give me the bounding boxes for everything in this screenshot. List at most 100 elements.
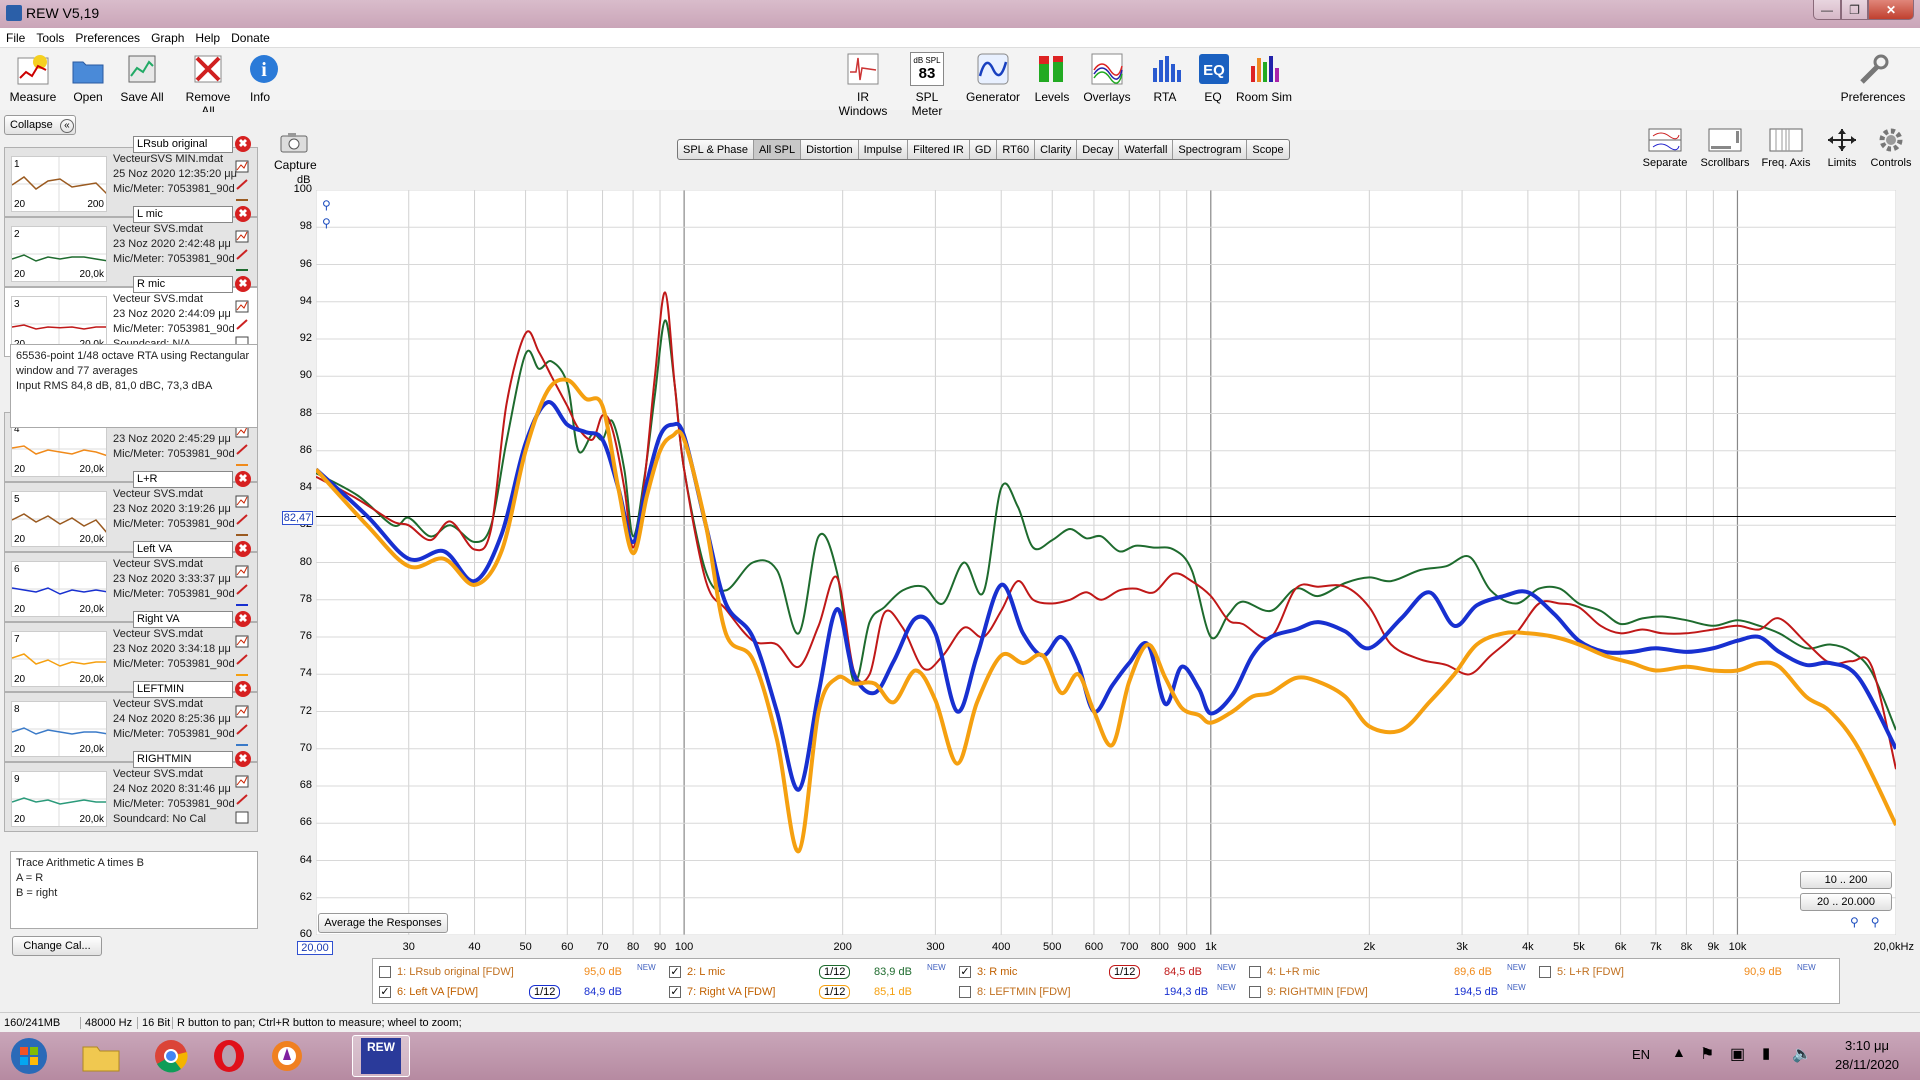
measurement-thumbnail[interactable]: 1 20 200 — [11, 156, 109, 212]
levels-button[interactable]: Levels — [1034, 52, 1070, 104]
tab-impulse[interactable]: Impulse — [859, 140, 909, 159]
ir-windows-button[interactable]: IR Windows — [832, 52, 894, 118]
tab-spectrogram[interactable]: Spectrogram — [1173, 140, 1248, 159]
measurement-thumbnail[interactable]: 4 20 20,0k — [11, 421, 109, 477]
remove-measurement-icon[interactable]: ✖ — [235, 471, 251, 487]
overlays-button[interactable]: Overlays — [1082, 52, 1132, 104]
graph-link-icon[interactable] — [235, 300, 249, 313]
spl-meter-button[interactable]: dB SPL 83 SPL Meter — [900, 52, 954, 118]
remove-measurement-icon[interactable]: ✖ — [235, 276, 251, 292]
pen-icon[interactable] — [235, 653, 249, 666]
smoothing-badge[interactable]: 1/12 — [529, 985, 561, 999]
controls-button[interactable]: Controls — [1868, 126, 1914, 169]
menu-donate[interactable]: Donate — [225, 28, 275, 45]
measurement-thumbnail[interactable]: 2 20 20,0k — [11, 226, 109, 282]
change-cal-button[interactable]: Change Cal... — [12, 936, 102, 956]
taskbar-explorer[interactable] — [72, 1035, 130, 1077]
calibration-icon[interactable] — [235, 811, 249, 824]
legend-checkbox[interactable]: ✓ — [959, 966, 971, 978]
minimize-button[interactable]: — — [1813, 0, 1841, 20]
save-all-button[interactable]: Save All — [118, 52, 166, 104]
taskbar-browser[interactable] — [258, 1035, 316, 1077]
tab-filtered-ir[interactable]: Filtered IR — [908, 140, 970, 159]
zoom-in-icon[interactable]: ⚲ — [322, 196, 331, 214]
zoom-out-icon-bottom[interactable]: ⚲ — [1871, 915, 1892, 929]
tab-clarity[interactable]: Clarity — [1035, 140, 1078, 159]
measurement-thumbnail[interactable]: 7 20 20,0k — [11, 631, 108, 687]
remove-measurement-icon[interactable]: ✖ — [235, 751, 251, 767]
rta-button[interactable]: RTA — [1148, 52, 1182, 104]
room-sim-button[interactable]: Room Sim — [1236, 52, 1292, 104]
capture-button[interactable]: Capture — [274, 130, 317, 172]
graph-link-icon[interactable] — [235, 635, 249, 648]
remove-measurement-icon[interactable]: ✖ — [235, 206, 251, 222]
taskbar-opera[interactable] — [200, 1035, 258, 1077]
legend-checkbox[interactable] — [1539, 966, 1551, 978]
close-button[interactable]: ✕ — [1868, 0, 1914, 20]
zoom-out-icon[interactable]: ⚲ — [322, 214, 331, 232]
remove-measurement-icon[interactable]: ✖ — [235, 611, 251, 627]
measurement-thumbnail[interactable]: 8 20 20,0k — [11, 701, 109, 757]
display-icon[interactable]: ▣ — [1730, 1044, 1745, 1064]
separate-button[interactable]: Separate — [1642, 126, 1688, 169]
tab-scope[interactable]: Scope — [1247, 140, 1288, 159]
generator-button[interactable]: Generator — [966, 52, 1020, 104]
legend-checkbox[interactable]: ✓ — [669, 966, 681, 978]
measurement-name-field[interactable]: LRsub original — [133, 136, 233, 153]
measurement-name-field[interactable]: RIGHTMIN — [133, 751, 233, 768]
measurement-card[interactable]: 9 20 20,0k RIGHTMIN ✖ Vecteur SVS.mdat 24 Noz … — [4, 751, 258, 832]
preferences-button[interactable]: Preferences — [1840, 52, 1906, 104]
remove-all-button[interactable]: Remove All — [178, 52, 238, 118]
spl-plot[interactable] — [314, 189, 1898, 936]
measurement-thumbnail[interactable]: 5 20 20,0k — [11, 491, 109, 547]
range-10-200-button[interactable]: 10 .. 200 — [1800, 871, 1892, 889]
pen-icon[interactable] — [235, 583, 249, 596]
tab-waterfall[interactable]: Waterfall — [1119, 140, 1174, 159]
legend-checkbox[interactable] — [1249, 966, 1261, 978]
scrollbars-button[interactable]: Scrollbars — [1698, 126, 1752, 169]
menu-graph[interactable]: Graph — [145, 28, 189, 45]
volume-icon[interactable]: 🔈 — [1792, 1044, 1812, 1064]
measurement-thumbnail[interactable]: 9 20 20,0k — [11, 771, 108, 827]
measurement-name-field[interactable]: Right VA — [133, 611, 233, 628]
graph-link-icon[interactable] — [235, 565, 249, 578]
pen-icon[interactable] — [235, 793, 249, 806]
clock[interactable]: 3:10 μμ 28/11/2020 — [1822, 1036, 1912, 1074]
remove-measurement-icon[interactable]: ✖ — [235, 541, 251, 557]
smoothing-badge[interactable]: 1/12 — [819, 965, 851, 979]
pen-icon[interactable] — [235, 178, 249, 191]
tab-distortion[interactable]: Distortion — [801, 140, 859, 159]
tab-spl-phase[interactable]: SPL & Phase — [678, 140, 755, 159]
tab-decay[interactable]: Decay — [1077, 140, 1120, 159]
info-button[interactable]: i Info — [246, 52, 278, 104]
graph-link-icon[interactable] — [235, 705, 249, 718]
graph-link-icon[interactable] — [235, 160, 249, 173]
legend-checkbox[interactable] — [1249, 986, 1261, 998]
measurement-name-field[interactable]: LEFTMIN — [133, 681, 233, 698]
start-button[interactable] — [0, 1035, 58, 1077]
graph-link-icon[interactable] — [235, 775, 249, 788]
collapse-button[interactable]: Collapse « — [4, 115, 76, 135]
zoom-in-icon-bottom[interactable]: ⚲ — [1850, 915, 1871, 929]
menu-tools[interactable]: Tools — [30, 28, 69, 45]
tab-rt60[interactable]: RT60 — [997, 140, 1036, 159]
tray-up-arrow-icon[interactable]: ▲ — [1672, 1044, 1686, 1060]
spl-graph[interactable] — [314, 189, 1898, 936]
pen-icon[interactable] — [235, 443, 249, 456]
measure-button[interactable]: Measure — [8, 52, 58, 104]
pen-icon[interactable] — [235, 723, 249, 736]
graph-link-icon[interactable] — [235, 495, 249, 508]
eq-button[interactable]: EQ EQ — [1196, 52, 1230, 104]
network-icon[interactable]: ▮ — [1762, 1044, 1770, 1062]
menu-help[interactable]: Help — [189, 28, 225, 45]
legend-checkbox[interactable]: ✓ — [379, 986, 391, 998]
range-20-20000-button[interactable]: 20 .. 20.000 — [1800, 893, 1892, 911]
measurement-name-field[interactable]: L mic — [133, 206, 233, 223]
taskbar-chrome[interactable] — [142, 1035, 200, 1077]
language-indicator[interactable]: EN — [1632, 1047, 1650, 1062]
legend-checkbox[interactable]: ✓ — [669, 986, 681, 998]
graph-link-icon[interactable] — [235, 230, 249, 243]
smoothing-badge[interactable]: 1/12 — [1109, 965, 1141, 979]
legend-checkbox[interactable] — [959, 986, 971, 998]
measurement-name-field[interactable]: R mic — [133, 276, 233, 293]
